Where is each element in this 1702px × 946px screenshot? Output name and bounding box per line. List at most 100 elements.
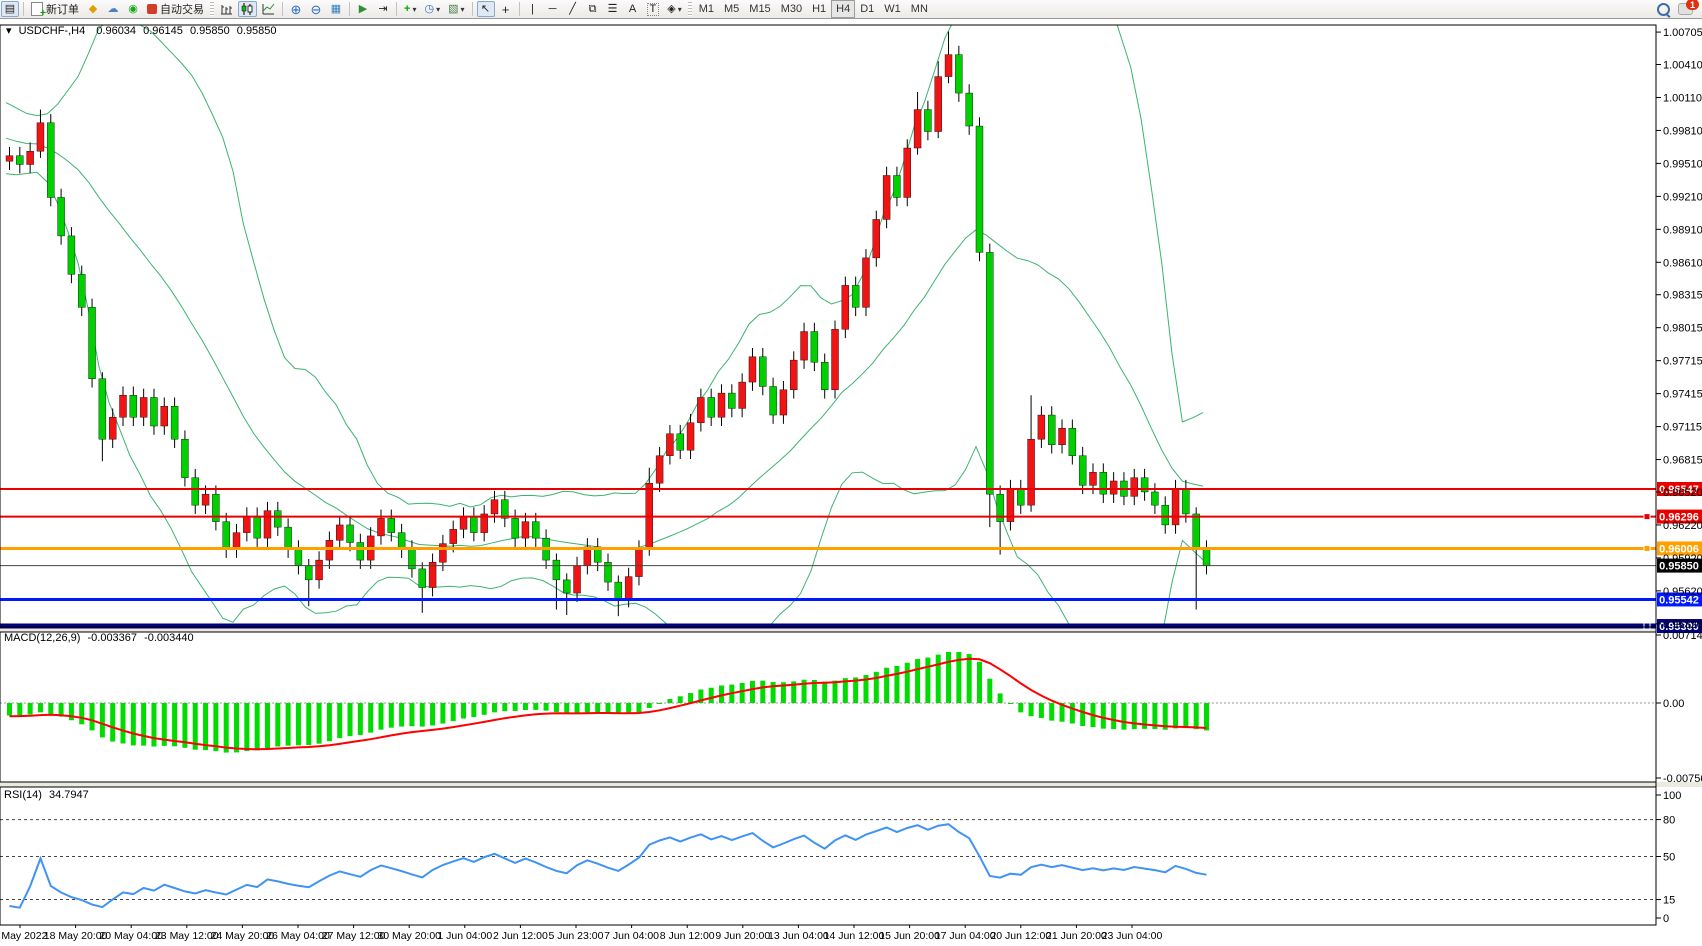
community-button[interactable]: ☁ xyxy=(104,1,122,17)
time-tick-label: 23 May 12:00 xyxy=(155,930,219,942)
rsi-tick-label: 15 xyxy=(1663,895,1675,907)
candle-body xyxy=(666,434,673,456)
macd-header: MACD(12,26,9) -0.003367 -0.003440 xyxy=(4,632,198,644)
candle-body xyxy=(89,307,96,378)
candle-body xyxy=(512,518,519,538)
equidistant-channel-icon: ⧉ xyxy=(589,4,597,15)
line-drag-handle[interactable] xyxy=(1644,514,1650,520)
time-tick-label: 7 May 2022 xyxy=(0,930,48,942)
bar-chart-button[interactable] xyxy=(217,1,236,17)
notifications-button[interactable]: 1 xyxy=(1675,1,1696,17)
macd-histogram-bar xyxy=(533,703,538,710)
signals-button[interactable]: ◉ xyxy=(124,1,142,17)
candle-body xyxy=(1162,505,1169,525)
candle-body xyxy=(759,357,766,387)
mql-market-button[interactable]: ◆ xyxy=(84,1,102,17)
candle-body xyxy=(78,274,85,307)
price-tick-label: 0.98015 xyxy=(1663,323,1702,335)
macd-histogram-bar xyxy=(1008,703,1013,704)
chevron-down-icon: ▾ xyxy=(436,5,440,14)
timeframe-button-W1[interactable]: W1 xyxy=(879,0,906,18)
timeframe-button-M30[interactable]: M30 xyxy=(776,0,807,18)
collapse-ohlc-arrow[interactable]: ▾ xyxy=(6,25,12,37)
price-tick-label: 0.99210 xyxy=(1663,191,1702,203)
autotrading-button[interactable]: 自动交易 xyxy=(144,1,207,17)
fibonacci-tool-button[interactable]: ☰ xyxy=(604,1,622,17)
macd-histogram-bar xyxy=(244,703,249,751)
candle-body xyxy=(904,148,911,197)
new-chart-icon: + xyxy=(404,4,410,15)
candle-body xyxy=(718,393,725,417)
timeframe-button-M1[interactable]: M1 xyxy=(694,0,719,18)
profiles-button[interactable]: ◷▾ xyxy=(421,1,443,17)
rsi-header: RSI(14) 34.7947 xyxy=(4,789,93,801)
macd-histogram-bar xyxy=(90,703,95,730)
macd-histogram-bar xyxy=(678,696,683,703)
macd-histogram-bar xyxy=(100,703,105,737)
candle-body xyxy=(1048,415,1055,445)
autotrading-icon xyxy=(147,4,157,14)
window-button[interactable]: ▤ xyxy=(1,1,19,17)
macd-histogram-bar xyxy=(7,703,12,716)
timeframe-button-H4[interactable]: H4 xyxy=(831,0,855,18)
price-tick-label: 0.96520 xyxy=(1663,487,1702,499)
candlestick-chart-button[interactable] xyxy=(238,1,257,17)
line-chart-button[interactable] xyxy=(259,1,278,17)
templates-button[interactable]: ▧▾ xyxy=(445,1,467,17)
price-tick-label: 0.96815 xyxy=(1663,455,1702,467)
chevron-down-icon: ▾ xyxy=(678,5,682,14)
tile-windows-icon: ▦ xyxy=(331,4,341,15)
candle-body xyxy=(739,382,746,408)
search-button[interactable] xyxy=(1654,1,1673,17)
open-value: 0.96034 xyxy=(96,25,136,37)
line-drag-handle[interactable] xyxy=(1644,545,1650,551)
horizontal-line-tool-button[interactable]: ─ xyxy=(544,1,562,17)
timeframe-button-D1[interactable]: D1 xyxy=(855,0,879,18)
text-tool-button[interactable]: A xyxy=(624,1,642,17)
time-tick-label: 14 Jun 12:00 xyxy=(824,930,885,942)
candle-body xyxy=(1028,439,1035,505)
candle-body xyxy=(728,393,735,408)
macd-histogram-bar xyxy=(977,662,982,703)
time-tick-label: 5 Jun 23:00 xyxy=(549,930,604,942)
trendline-tool-button[interactable]: ╱ xyxy=(564,1,582,17)
new-order-button[interactable]: 新订单 xyxy=(28,1,82,17)
price-tick-label: 0.99810 xyxy=(1663,125,1702,137)
channel-tool-button[interactable]: ⧉ xyxy=(584,1,602,17)
macd-histogram-bar xyxy=(482,703,487,715)
candle-body xyxy=(274,511,281,527)
crosshair-tool-button[interactable]: + xyxy=(497,1,515,17)
chart-canvas[interactable]: 0.965470.962960.960060.955420.953000.958… xyxy=(0,0,1702,946)
macd-histogram-bar xyxy=(317,703,322,744)
candle-body xyxy=(770,386,777,415)
macd-histogram-bar xyxy=(894,666,899,703)
candle-body xyxy=(99,379,106,439)
new-chart-button[interactable]: +▾ xyxy=(401,1,419,17)
zoom-in-button[interactable]: ⊕ xyxy=(287,1,305,17)
template-icon: ▧ xyxy=(448,4,458,15)
price-tick-label: 0.98315 xyxy=(1663,290,1702,302)
cursor-tool-button[interactable]: ↖ xyxy=(477,1,495,17)
macd-histogram-bar xyxy=(1101,703,1106,729)
zoom-out-button[interactable]: ⊖ xyxy=(307,1,325,17)
price-tick-label: 0.97415 xyxy=(1663,389,1702,401)
line-drag-handle[interactable] xyxy=(1644,623,1650,629)
candle-body xyxy=(37,123,44,152)
timeframe-button-M15[interactable]: M15 xyxy=(744,0,775,18)
chart-shift-icon: ⇥ xyxy=(378,4,387,15)
timeframe-button-MN[interactable]: MN xyxy=(906,0,933,18)
candle-body xyxy=(357,543,364,561)
timeframe-button-H1[interactable]: H1 xyxy=(807,0,831,18)
text-label-tool-button[interactable]: T xyxy=(644,1,663,17)
tile-windows-button[interactable]: ▦ xyxy=(327,1,345,17)
candle-body xyxy=(150,397,157,426)
arrows-tool-button[interactable]: ◈▾ xyxy=(664,1,684,17)
price-tick-label: 0.96220 xyxy=(1663,520,1702,532)
time-tick-label: 2 Jun 12:00 xyxy=(493,930,548,942)
auto-scroll-button[interactable]: ▶ xyxy=(354,1,372,17)
timeframe-button-M5[interactable]: M5 xyxy=(719,0,744,18)
chart-shift-button[interactable]: ⇥ xyxy=(374,1,392,17)
vertical-line-tool-button[interactable]: | xyxy=(524,1,542,17)
macd-histogram-bar xyxy=(1132,703,1137,729)
time-tick-label: 27 May 12:00 xyxy=(322,930,386,942)
